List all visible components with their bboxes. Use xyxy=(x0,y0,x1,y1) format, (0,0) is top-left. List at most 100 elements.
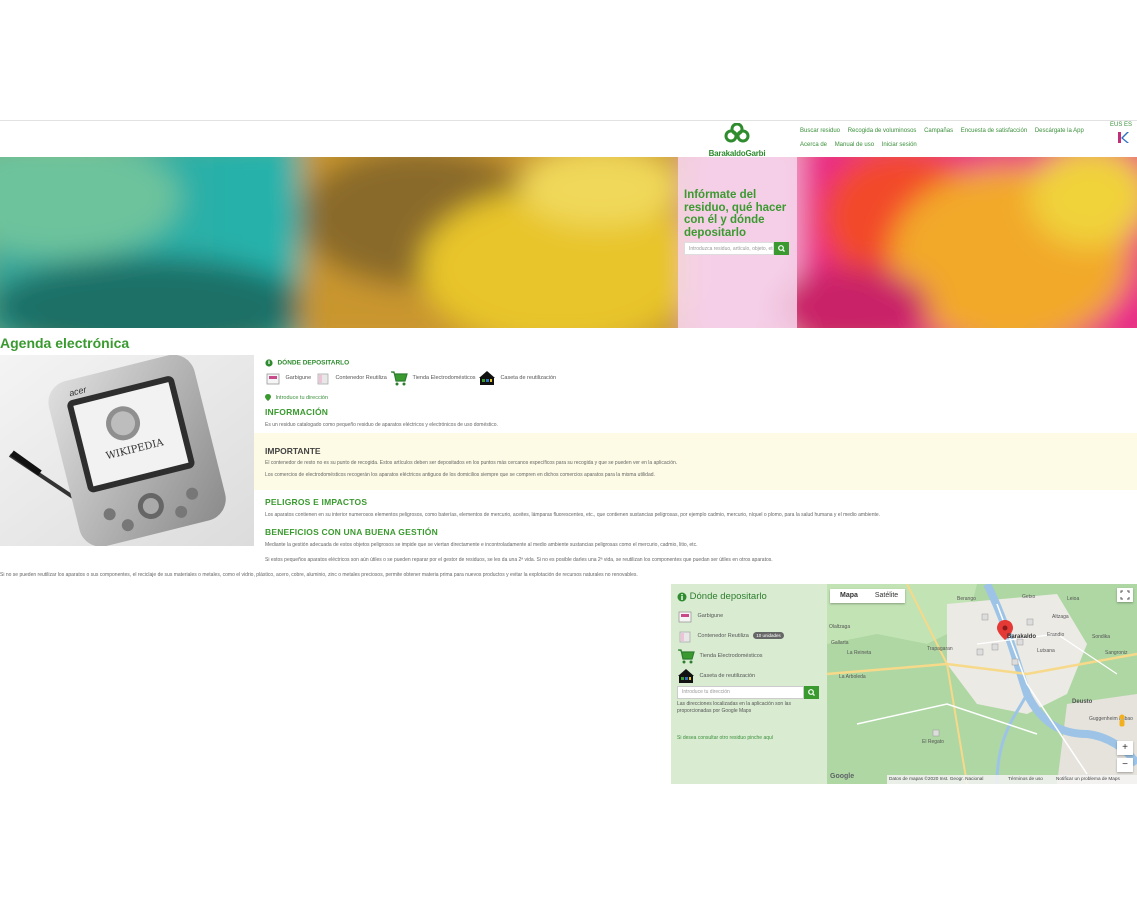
beneficios-line-3: Si no se pueden reutilizar los aparatos … xyxy=(0,572,638,578)
zoom-in-button[interactable]: + xyxy=(1117,741,1133,755)
map-place-label: La Reineta xyxy=(847,650,872,656)
map-pin-icon xyxy=(265,394,271,402)
panel-note: Las direcciones localizadas en la aplica… xyxy=(677,701,791,714)
map-place-label: Olaltzaga xyxy=(829,624,851,630)
map-tab-satelite[interactable]: Satélite xyxy=(868,589,905,603)
panel-address-search-button[interactable] xyxy=(804,686,819,699)
map-place-label: Deusto xyxy=(1072,699,1093,705)
main-nav-row-2: Acerca de Manual de uso Iniciar sesión xyxy=(800,142,923,148)
shopping-cart-icon xyxy=(391,371,408,386)
map-tab-mapa[interactable]: Mapa xyxy=(830,589,868,603)
hero-search-input[interactable]: Introduzca residuo, artículo, objeto, et… xyxy=(684,242,774,255)
location-info-icon xyxy=(265,359,273,367)
hero-search-button[interactable] xyxy=(774,242,789,255)
cat-caseta-label: Caseta de reutilización xyxy=(500,374,557,381)
map-place-label: Sondika xyxy=(1092,634,1111,640)
beneficios-line-1: Mediante la gestión adecuada de estos ob… xyxy=(265,542,698,548)
container-icon xyxy=(679,631,691,643)
fullscreen-button[interactable] xyxy=(1117,588,1133,602)
peligros-text: Los aparatos contienen en su interior nu… xyxy=(265,512,881,518)
map-place-label: Lutxana xyxy=(1037,648,1055,654)
fullscreen-icon xyxy=(1120,590,1130,600)
google-map[interactable]: Mapa Satélite Berango Getxo Altzaga Leio… xyxy=(827,584,1137,784)
nav-recogida-voluminosos[interactable]: Recogida de voluminosos xyxy=(848,128,917,134)
beneficios-heading: BENEFICIOS CON UNA BUENA GESTIÓN xyxy=(265,527,438,537)
info-icon xyxy=(677,592,687,601)
nav-acerca-de[interactable]: Acerca de xyxy=(800,142,827,148)
search-icon xyxy=(808,689,815,696)
cat-garbigune[interactable]: Garbigune xyxy=(265,369,311,387)
map-place-label: La Arboleda xyxy=(839,674,866,680)
map-report-link[interactable]: Notificar un problema de Maps xyxy=(1056,776,1120,781)
peligros-heading: PELIGROS E IMPACTOS xyxy=(265,497,368,507)
search-icon xyxy=(778,245,785,252)
panel-item-caseta[interactable]: Caseta de reutilización xyxy=(677,667,755,685)
map-canvas xyxy=(827,584,1137,784)
importante-heading: IMPORTANTE xyxy=(265,446,321,456)
donde-heading: DÓNDE DEPOSITARLO xyxy=(277,359,350,367)
cat-tienda[interactable]: Tienda Electrodomésticos xyxy=(390,369,476,387)
map-place-label: El Regato xyxy=(922,739,944,745)
nav-campanas[interactable]: Campañas xyxy=(924,128,953,134)
container-icon xyxy=(317,373,329,385)
nav-buscar-residuo[interactable]: Buscar residuo xyxy=(800,128,840,134)
cat-contenedor[interactable]: Contenedor Reutiliza xyxy=(315,369,387,387)
panel-other-residue-link[interactable]: Si desea consultar otro residuo pinche a… xyxy=(677,735,773,741)
house-icon xyxy=(678,668,694,683)
kudeaketa-logo-icon xyxy=(1118,132,1129,143)
panel-item-caseta-label: Caseta de reutilización xyxy=(699,672,756,679)
cat-caseta[interactable]: Caseta de reutilización xyxy=(478,369,556,387)
map-place-label: Leioa xyxy=(1067,596,1080,602)
importante-line-1: El contenedor de resto no es su punto de… xyxy=(265,460,678,466)
map-panel-title: Dónde depositarlo xyxy=(677,591,767,602)
panel-item-garbigune[interactable]: Garbigune xyxy=(677,607,723,625)
panel-item-tienda-label: Tienda Electrodomésticos xyxy=(699,652,763,659)
panel-item-contenedor[interactable]: Contenedor Reutiliza 10 unidades xyxy=(677,627,784,645)
panel-address-input[interactable]: Introduce tu dirección xyxy=(677,686,804,699)
nav-descarga-app[interactable]: Descárgate la App xyxy=(1035,128,1084,134)
map-place-label: Altzaga xyxy=(1052,614,1069,620)
page-title: Agenda electrónica xyxy=(0,335,130,351)
map-place-label: Berango xyxy=(957,596,976,602)
nav-manual-uso[interactable]: Manual de uso xyxy=(835,142,874,148)
pegman-icon xyxy=(1119,714,1125,727)
header-divider xyxy=(0,120,1137,121)
cat-contenedor-label: Contenedor Reutiliza xyxy=(335,374,387,381)
map-place-label: Sangroniz xyxy=(1105,650,1128,656)
map-attribution: Datos de mapas ©2020 Inst. Geogr. Nacion… xyxy=(889,776,984,781)
google-logo: Google xyxy=(830,773,855,780)
garbigune-icon xyxy=(678,611,692,623)
nav-encuesta[interactable]: Encuesta de satisfacción xyxy=(961,128,1027,134)
count-badge: 10 unidades xyxy=(753,632,784,640)
main-nav-row-1: Buscar residuo Recogida de voluminosos C… xyxy=(800,128,1090,134)
map-type-control: Mapa Satélite xyxy=(830,589,905,603)
hero-title: Infórmate del residuo, qué hacer con él … xyxy=(684,189,787,239)
informacion-text: Es un residuo catalogado como pequeño re… xyxy=(265,422,498,428)
informacion-heading: INFORMACIÓN xyxy=(265,407,329,417)
importante-line-2: Los comercios de electrodomésticos recog… xyxy=(265,472,655,478)
panel-item-contenedor-label: Contenedor Reutiliza xyxy=(697,632,749,639)
panel-item-garbigune-label: Garbigune xyxy=(697,612,724,619)
map-terms-link[interactable]: Términos de uso xyxy=(1008,776,1043,781)
language-switch[interactable]: EUS ES xyxy=(1110,122,1132,128)
pda-image: WIKIPEDIA acer xyxy=(0,355,254,546)
map-place-label: Gallarta xyxy=(831,640,849,646)
map-place-label: Barakaldo xyxy=(1007,634,1037,640)
zoom-out-button[interactable]: − xyxy=(1117,758,1133,772)
recycle-logo-icon xyxy=(724,122,750,143)
donde-categories: Garbigune Contenedor Reutiliza Tienda El… xyxy=(265,369,665,387)
map-place-label: Getxo xyxy=(1022,594,1036,600)
map-panel-title-text: Dónde depositarlo xyxy=(689,591,767,602)
panel-item-tienda[interactable]: Tienda Electrodomésticos xyxy=(677,647,763,665)
street-view-pegman[interactable] xyxy=(1116,714,1128,728)
cat-garbigune-label: Garbigune xyxy=(285,374,312,381)
address-link[interactable]: Introduce tu dirección xyxy=(265,389,328,407)
site-logo[interactable]: BarakaldoGarbi xyxy=(705,122,769,158)
hero-banner xyxy=(0,157,1137,328)
cat-tienda-label: Tienda Electrodomésticos xyxy=(412,374,476,381)
product-photo: WIKIPEDIA acer xyxy=(0,355,254,546)
house-icon xyxy=(479,370,495,385)
address-link-label: Introduce tu dirección xyxy=(275,394,329,401)
shopping-cart-icon xyxy=(678,649,695,664)
nav-iniciar-sesion[interactable]: Iniciar sesión xyxy=(882,142,917,148)
